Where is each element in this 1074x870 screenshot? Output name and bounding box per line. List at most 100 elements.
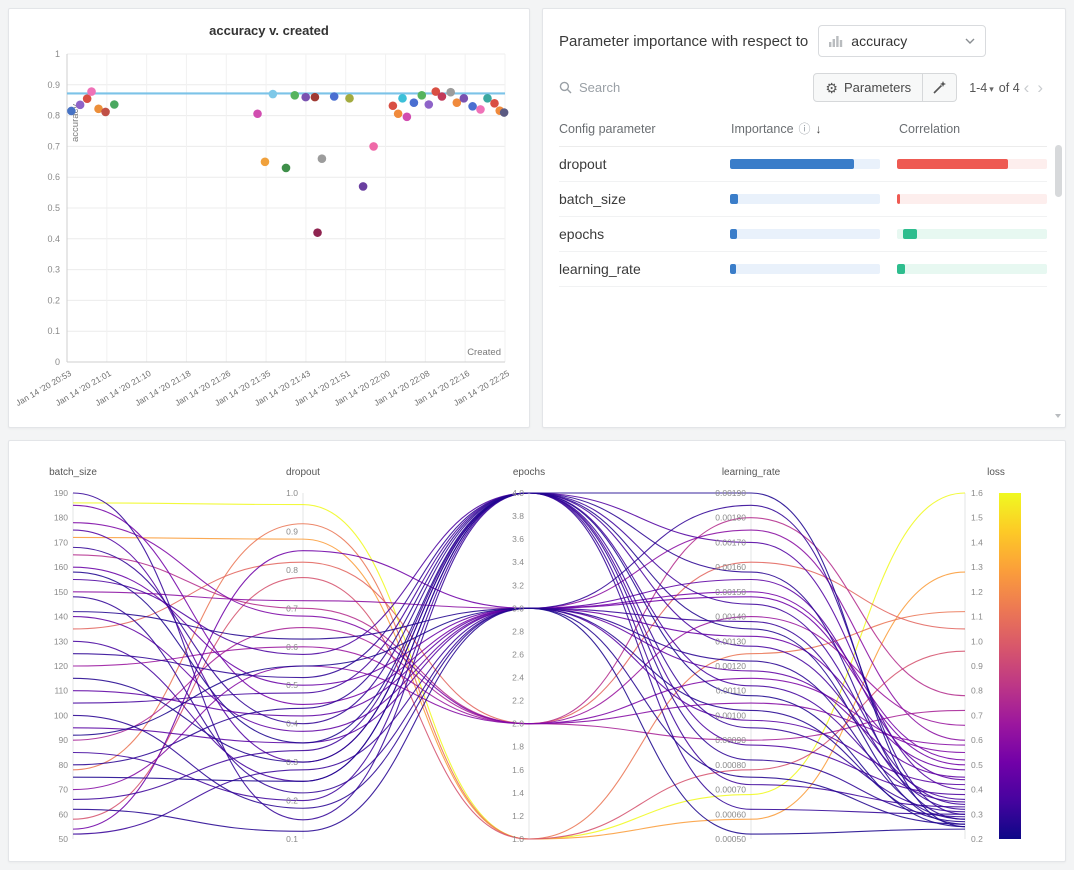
axis-tick-label: 0.00160	[715, 562, 746, 572]
scrollbar-thumb[interactable]	[1055, 145, 1062, 197]
chevron-down-icon	[965, 38, 975, 44]
scatter-point[interactable]	[438, 92, 447, 101]
y-tick-label: 0.2	[47, 295, 60, 305]
parameters-button[interactable]: ⚙ Parameters	[813, 73, 923, 102]
axis-tick-label: 1.0	[286, 488, 298, 498]
axis-name-label: learning_rate	[722, 467, 781, 478]
scatter-point[interactable]	[483, 94, 492, 103]
scatter-point[interactable]	[67, 107, 76, 116]
axis-tick-label: 0.6	[971, 735, 983, 745]
y-tick-label: 0	[55, 357, 60, 367]
column-config-parameter[interactable]: Config parameter	[559, 122, 731, 136]
axis-tick-label: 0.5	[286, 680, 298, 690]
prev-page-button[interactable]: ‹	[1020, 78, 1034, 98]
accuracy-vs-created-chart[interactable]: 00.10.20.30.40.50.60.70.80.91Jan 14 '20 …	[17, 40, 521, 424]
info-icon[interactable]: ⓘ	[799, 120, 811, 137]
column-importance[interactable]: Importance ⓘ ↓	[731, 120, 899, 137]
scatter-point[interactable]	[311, 93, 320, 102]
axis-tick-label: 0.1	[286, 834, 298, 844]
y-tick-label: 0.9	[47, 80, 60, 90]
scatter-point[interactable]	[446, 88, 455, 97]
axis-tick-label: 100	[54, 710, 68, 720]
scatter-point[interactable]	[261, 158, 270, 167]
correlation-bar	[897, 264, 1047, 274]
axis-tick-label: 0.9	[971, 661, 983, 671]
parameter-name: batch_size	[559, 191, 730, 207]
axis-tick-label: 160	[54, 562, 68, 572]
scatter-point[interactable]	[330, 92, 339, 101]
axis-tick-label: 2.4	[512, 673, 524, 683]
scatter-point[interactable]	[476, 105, 485, 114]
scatter-point[interactable]	[76, 101, 85, 110]
scrollbar[interactable]	[1053, 13, 1063, 423]
scatter-point[interactable]	[318, 154, 327, 163]
scatter-point[interactable]	[490, 99, 499, 108]
metric-dropdown[interactable]: accuracy	[818, 25, 986, 57]
parameter-row[interactable]: learning_rate	[559, 252, 1047, 287]
scatter-point[interactable]	[468, 102, 477, 111]
axis-tick-label: 0.00170	[715, 537, 746, 547]
sort-desc-icon[interactable]: ↓	[816, 122, 822, 136]
parameter-row[interactable]: dropout	[559, 147, 1047, 182]
scatter-point[interactable]	[269, 90, 278, 99]
scatter-point[interactable]	[87, 87, 96, 96]
scatter-point[interactable]	[369, 142, 378, 151]
scatter-point[interactable]	[253, 109, 262, 118]
scatter-point[interactable]	[389, 101, 398, 110]
scatter-point[interactable]	[417, 91, 426, 100]
scatter-point[interactable]	[410, 98, 419, 107]
parameter-row[interactable]: epochs	[559, 217, 1047, 252]
column-correlation[interactable]: Correlation	[899, 122, 1047, 136]
axis-name-label: epochs	[513, 467, 545, 478]
scatter-point[interactable]	[359, 182, 368, 191]
bar-chart-icon	[829, 35, 843, 47]
scatter-point[interactable]	[500, 108, 509, 117]
scrollbar-down-arrow[interactable]	[1053, 411, 1063, 421]
scatter-point[interactable]	[301, 93, 310, 102]
importance-bar	[730, 264, 880, 274]
importance-table-header: Config parameter Importance ⓘ ↓ Correlat…	[559, 120, 1047, 147]
axis-tick-label: 0.8	[286, 565, 298, 575]
scatter-point[interactable]	[101, 108, 110, 117]
axis-tick-label: 0.00190	[715, 488, 746, 498]
scatter-point[interactable]	[460, 94, 469, 103]
axis-tick-label: 1.5	[971, 513, 983, 523]
dashboard: accuracy v. created 00.10.20.30.40.50.60…	[0, 0, 1074, 870]
parallel-coordinates-chart[interactable]: batch_size190180170160150140130120110100…	[13, 445, 1061, 857]
importance-toolbar: ⚙ Parameters 1-4▾ of 4	[559, 73, 1047, 102]
axis-tick-label: 0.2	[971, 834, 983, 844]
scatter-point[interactable]	[290, 91, 299, 100]
axis-tick-label: 1.3	[971, 562, 983, 572]
scatter-point[interactable]	[398, 94, 407, 103]
scatter-point[interactable]	[345, 94, 354, 103]
y-tick-label: 0.5	[47, 203, 60, 213]
scatter-point[interactable]	[403, 113, 412, 122]
axis-tick-label: 2.0	[512, 719, 524, 729]
axis-tick-label: 0.00100	[715, 710, 746, 720]
next-page-button[interactable]: ›	[1033, 78, 1047, 98]
axis-tick-label: 0.8	[971, 686, 983, 696]
correlation-bar	[897, 229, 1047, 239]
page-range-dropdown[interactable]: 1-4▾	[969, 81, 996, 95]
axis-tick-label: 0.00090	[715, 735, 746, 745]
scatter-panel: accuracy v. created 00.10.20.30.40.50.60…	[8, 8, 530, 428]
magic-wand-button[interactable]	[923, 73, 957, 102]
importance-title: Parameter importance with respect to	[559, 33, 808, 50]
scatter-point[interactable]	[110, 100, 119, 109]
scatter-point[interactable]	[282, 164, 291, 173]
axis-tick-label: 3.4	[512, 557, 524, 567]
axis-tick-label: 0.9	[286, 526, 298, 536]
search-input[interactable]	[579, 80, 709, 95]
parameter-name: epochs	[559, 226, 730, 242]
axis-tick-label: 0.00180	[715, 513, 746, 523]
axis-name-label: loss	[987, 467, 1005, 478]
scatter-point[interactable]	[424, 100, 433, 109]
scatter-point[interactable]	[394, 109, 403, 118]
page-total: of 4	[999, 81, 1020, 95]
gear-icon: ⚙	[825, 81, 838, 95]
importance-table-body: dropout batch_sizeepochs learning_rate	[559, 147, 1047, 287]
parameter-row[interactable]: batch_size	[559, 182, 1047, 217]
search-box[interactable]	[559, 80, 813, 95]
axis-tick-label: 2.6	[512, 649, 524, 659]
scatter-point[interactable]	[313, 228, 322, 237]
